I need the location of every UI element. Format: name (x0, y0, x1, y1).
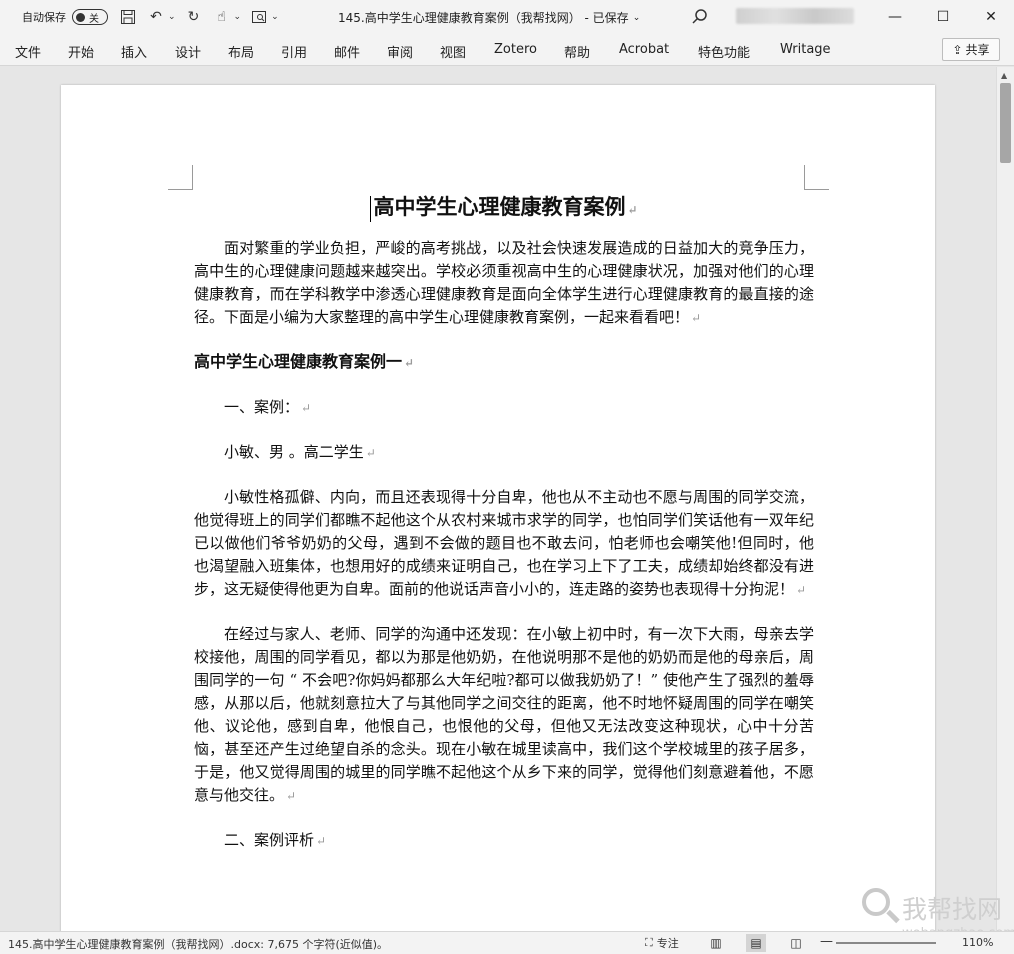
tab-design[interactable]: 设计 (175, 42, 201, 61)
paragraph-mark: ↵ (365, 446, 376, 460)
share-icon: ⇪ (952, 42, 963, 57)
minimize-button[interactable]: — (872, 0, 918, 34)
autosave-toggle[interactable]: 自动保存 关 (22, 9, 108, 25)
tab-special-features[interactable]: 特色功能 (698, 42, 750, 61)
text-cursor (370, 195, 372, 222)
toggle-knob (76, 12, 85, 22)
document-stats[interactable]: 145.高中学生心理健康教育案例（我帮找网）.docx: 7,675 个字符(近… (8, 936, 388, 952)
zoom-out-button[interactable]: — (820, 934, 833, 949)
paragraph-mark: ↵ (796, 583, 807, 597)
student-info-paragraph[interactable]: 小敏、男 。高二学生 ↵ (194, 441, 814, 465)
undo-dropdown-icon[interactable]: ⌄ (168, 12, 176, 22)
redo-icon[interactable]: ↻ (184, 7, 204, 27)
section-2-label-text: 二、案例评析 (224, 831, 315, 849)
paragraph-mark: ↵ (286, 789, 297, 803)
document-page[interactable]: 高中学生心理健康教育案例 ↵ 面对繁重的学业负担，严峻的高考挑战，以及社会快速发展… (61, 85, 935, 931)
maximize-button[interactable]: ☐ (920, 0, 966, 34)
tab-layout[interactable]: 布局 (228, 42, 254, 61)
crop-mark-top-left (168, 165, 193, 190)
quick-access-toolbar: ↶ ⌄ ↻ ☝ ⌄ ⌄ (118, 7, 279, 27)
vertical-scrollbar[interactable]: ▲ (996, 67, 1014, 931)
section-heading-1[interactable]: 高中学生心理健康教育案例一 ↵ (194, 350, 814, 375)
document-title-text: 145.高中学生心理健康教育案例（我帮找网） - 已保存 (338, 11, 629, 25)
tab-file[interactable]: 文件 (15, 42, 41, 61)
share-label: 共享 (965, 43, 990, 57)
tab-view[interactable]: 视图 (440, 42, 466, 61)
chevron-down-icon: ⌄ (632, 12, 641, 23)
tab-home[interactable]: 开始 (68, 42, 94, 61)
student-info-text: 小敏、男 。高二学生 (224, 443, 364, 461)
undo-icon[interactable]: ↶ (146, 7, 166, 27)
document-title[interactable]: 145.高中学生心理健康教育案例（我帮找网） - 已保存 ⌄ (338, 9, 640, 26)
tab-writage[interactable]: Writage (780, 42, 831, 57)
zoom-slider[interactable] (836, 942, 936, 944)
search-icon[interactable] (690, 7, 710, 27)
save-icon[interactable] (118, 7, 138, 27)
autosave-label: 自动保存 (22, 11, 66, 24)
read-mode-icon[interactable]: ▥ (706, 934, 726, 952)
magnifier-handle (886, 909, 900, 924)
magnifier-icon (862, 888, 890, 916)
focus-label: 专注 (656, 937, 679, 950)
scrollbar-thumb[interactable] (1000, 83, 1011, 163)
print-layout-icon[interactable]: ▤ (746, 934, 766, 952)
focus-icon: ⛶ (645, 936, 653, 949)
tab-mailings[interactable]: 邮件 (334, 42, 360, 61)
title-bar: 自动保存 关 ↶ ⌄ ↻ ☝ ⌄ ⌄ 145.高中学生心理健康教育案例（我帮找网… (0, 0, 1014, 34)
tab-zotero[interactable]: Zotero (494, 42, 537, 57)
scroll-up-icon[interactable]: ▲ (1001, 71, 1007, 80)
web-layout-icon[interactable]: ◫ (786, 934, 806, 952)
case-label-paragraph[interactable]: 一、案例： ↵ (194, 396, 814, 420)
share-button[interactable]: ⇪ 共享 (942, 38, 1000, 61)
tab-references[interactable]: 引用 (281, 42, 307, 61)
touch-dropdown-icon[interactable]: ⌄ (234, 12, 242, 22)
print-preview-icon[interactable] (249, 7, 269, 27)
close-button[interactable]: ✕ (968, 0, 1014, 34)
watermark-brand: 我帮找网 (902, 895, 1003, 924)
status-bar: 145.高中学生心理健康教育案例（我帮找网）.docx: 7,675 个字符(近… (0, 931, 1014, 954)
autosave-state: 关 (89, 13, 99, 25)
ribbon-tabs: 文件 开始 插入 设计 布局 引用 邮件 审阅 视图 Zotero 帮助 Acr… (0, 34, 1014, 66)
heading-text: 高中学生心理健康教育案例 (373, 194, 626, 219)
case-paragraph-2[interactable]: 在经过与家人、老师、同学的沟通中还发现：在小敏上初中时，有一次下大雨，母亲去学校… (194, 623, 814, 808)
tab-review[interactable]: 审阅 (387, 42, 413, 61)
case-paragraph-1[interactable]: 小敏性格孤僻、内向，而且还表现得十分自卑，他也从不主动也不愿与周围的同学交流，他… (194, 486, 814, 602)
autosave-switch[interactable]: 关 (72, 9, 108, 25)
paragraph-mark: ↵ (691, 311, 702, 325)
document-canvas[interactable]: 高中学生心理健康教育案例 ↵ 面对繁重的学业负担，严峻的高考挑战，以及社会快速发展… (0, 67, 996, 931)
user-account-blurred[interactable] (736, 8, 854, 24)
case-label-text: 一、案例： (224, 398, 300, 416)
touch-mode-icon[interactable]: ☝ (212, 7, 232, 27)
intro-text: 面对繁重的学业负担，严峻的高考挑战，以及社会快速发展造成的日益加大的竞争压力，高… (194, 239, 814, 326)
customize-qat-icon[interactable]: ⌄ (271, 12, 279, 22)
tab-help[interactable]: 帮助 (564, 42, 590, 61)
tab-acrobat[interactable]: Acrobat (619, 42, 669, 57)
document-heading[interactable]: 高中学生心理健康教育案例 ↵ (194, 185, 814, 229)
document-body[interactable]: 高中学生心理健康教育案例 ↵ 面对繁重的学业负担，严峻的高考挑战，以及社会快速发展… (194, 185, 814, 853)
focus-mode-button[interactable]: ⛶ 专注 (645, 935, 679, 951)
case-paragraph-2-text: 在经过与家人、老师、同学的沟通中还发现：在小敏上初中时，有一次下大雨，母亲去学校… (194, 625, 814, 804)
section-heading-text: 高中学生心理健康教育案例一 (194, 352, 403, 371)
intro-paragraph[interactable]: 面对繁重的学业负担，严峻的高考挑战，以及社会快速发展造成的日益加大的竞争压力，高… (194, 237, 814, 330)
zoom-level[interactable]: 110% (962, 936, 993, 949)
paragraph-mark: ↵ (301, 401, 312, 415)
section-2-label-paragraph[interactable]: 二、案例评析 ↵ (194, 829, 814, 853)
tab-insert[interactable]: 插入 (121, 42, 147, 61)
case-paragraph-1-text: 小敏性格孤僻、内向，而且还表现得十分自卑，他也从不主动也不愿与周围的同学交流，他… (194, 488, 814, 598)
paragraph-mark: ↵ (404, 356, 415, 370)
paragraph-mark: ↵ (316, 834, 327, 848)
paragraph-mark: ↵ (627, 203, 638, 217)
